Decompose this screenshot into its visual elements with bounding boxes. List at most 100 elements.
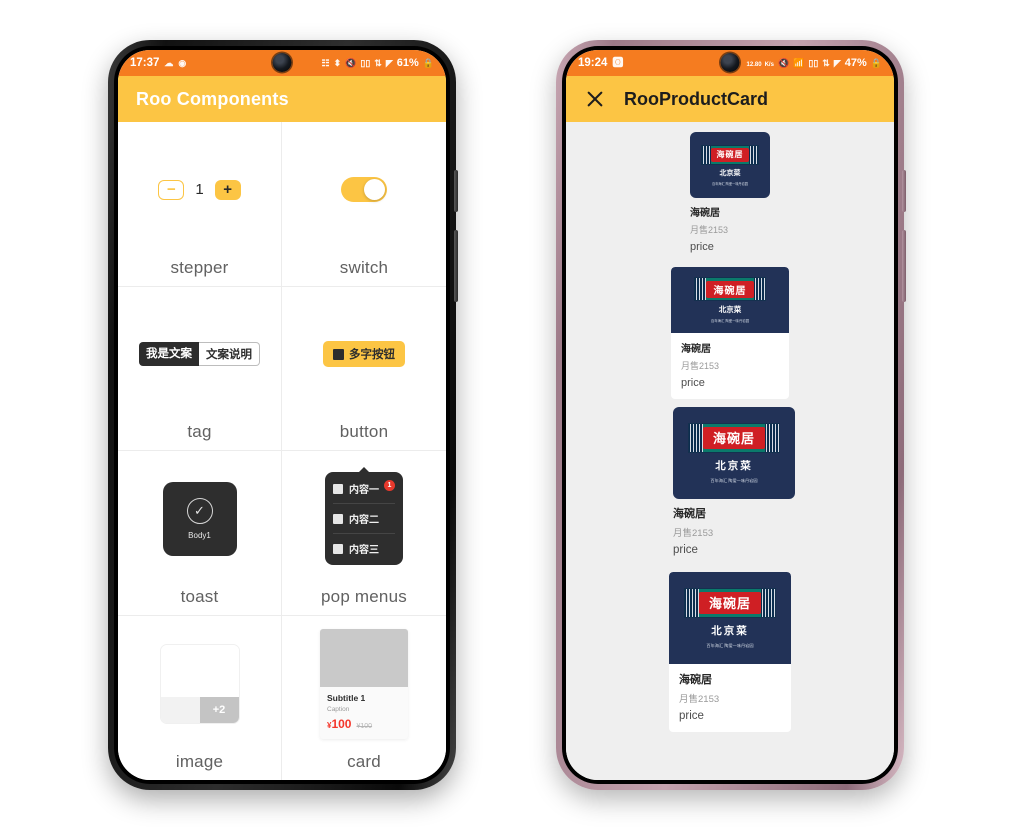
product-name: 海碗居 bbox=[681, 344, 711, 355]
app-bar-left: Roo Components bbox=[118, 76, 446, 122]
power-button[interactable] bbox=[902, 170, 906, 212]
plaque-side-icon bbox=[749, 145, 758, 164]
list-item[interactable]: 内容二 bbox=[333, 504, 395, 535]
brand-plaque-icon: 海碗居 bbox=[694, 277, 766, 301]
app-bar-right: RooProductCard bbox=[566, 76, 894, 122]
product-price: price bbox=[673, 544, 698, 556]
cell-card[interactable]: Subtitle 1 Caption ¥100 ¥100 card bbox=[282, 616, 446, 781]
product-thumbnail: 海碗居 北京菜 百年海汇 陶爱一味丹宕园 bbox=[669, 572, 791, 664]
toast-text: Body1 bbox=[188, 530, 211, 540]
product-info: 海碗居 月售2153 price bbox=[669, 664, 791, 732]
volume-button[interactable] bbox=[454, 230, 458, 302]
page-title: Roo Components bbox=[136, 88, 289, 109]
card-old-price: ¥100 bbox=[356, 722, 373, 730]
list-item[interactable]: 内容三 bbox=[333, 534, 395, 563]
pop-menu-demo: 内容一 1 内容二 内容三 bbox=[282, 451, 446, 587]
phone-right-screen: 19:24 🅾 12.80 K/s 🔇 📶 ▯▯ ⇅ ◤ 47% 🔒 RooPr… bbox=[566, 50, 894, 780]
plaque-side-icon bbox=[764, 423, 779, 452]
product-thumbnail: 海碗居 北京菜 百年海汇 陶爱一味丹宕园 bbox=[673, 407, 795, 499]
brand-logo-text: 海碗居 bbox=[711, 147, 749, 162]
battery-percent: 61% bbox=[396, 57, 419, 69]
status-time: 19:24 bbox=[578, 57, 608, 69]
button-demo: 多字按钮 bbox=[282, 287, 446, 423]
phone-right: 19:24 🅾 12.80 K/s 🔇 📶 ▯▯ ⇅ ◤ 47% 🔒 RooPr… bbox=[556, 40, 906, 790]
product-card[interactable]: 海碗居 北京菜 百年海汇 陶爱一味丹宕园 海碗居 月售2153 price bbox=[669, 572, 791, 732]
tagline-label: 百年海汇 陶爱一味丹宕园 bbox=[712, 181, 748, 186]
product-list[interactable]: 海碗居 北京菜 百年海汇 陶爱一味丹宕园 海碗居 月售2153 price 海碗… bbox=[566, 122, 894, 780]
toggle-switch[interactable] bbox=[341, 177, 387, 203]
status-bar-left: 17:37 ☁ ◉ ☷ ⬍ 🔇 ▯▯ ⇅ ◤ 61% 🔒 bbox=[118, 50, 446, 76]
cell-tag[interactable]: 我是文案 文案说明 tag bbox=[118, 286, 282, 451]
stepper-demo: − 1 + bbox=[118, 122, 281, 258]
square-icon bbox=[333, 348, 344, 360]
switch-knob bbox=[364, 179, 385, 201]
product-card[interactable]: 海碗居 北京菜 百年海汇 陶爱一味丹宕园 海碗居 月售2153 price bbox=[671, 267, 789, 399]
hd-icon: ▯▯ bbox=[808, 57, 819, 68]
image-grid[interactable]: +2 bbox=[159, 643, 240, 724]
product-thumbnail: 海碗居 北京菜 百年海汇 陶爱一味丹宕园 bbox=[671, 267, 789, 333]
data-icon: ⇅ bbox=[374, 57, 382, 68]
stepper-minus-button[interactable]: − bbox=[158, 179, 185, 200]
volume-button[interactable] bbox=[902, 230, 906, 302]
image-tile bbox=[160, 644, 239, 697]
cell-label-image: image bbox=[175, 752, 224, 771]
product-card[interactable]: 海碗居 北京菜 百年海汇 陶爱一味丹宕园 海碗居 月售2153 price bbox=[671, 132, 789, 261]
cell-stepper[interactable]: − 1 + stepper bbox=[118, 122, 282, 287]
cell-pop-menus[interactable]: 内容一 1 内容二 内容三 pop menus bbox=[282, 451, 446, 616]
roo-button[interactable]: 多字按钮 bbox=[323, 341, 405, 368]
stepper-plus-button[interactable]: + bbox=[214, 179, 241, 200]
product-sales: 月售2153 bbox=[679, 694, 720, 705]
menu-item-label: 内容三 bbox=[349, 545, 379, 557]
product-name: 海碗居 bbox=[679, 674, 712, 686]
square-icon bbox=[333, 483, 343, 494]
tag-secondary[interactable]: 文案说明 bbox=[199, 342, 260, 367]
close-icon[interactable] bbox=[584, 88, 606, 110]
cell-image[interactable]: +2 image bbox=[118, 615, 282, 780]
status-right-group: ☷ ⬍ 🔇 ▯▯ ⇅ ◤ 61% 🔒 bbox=[322, 57, 434, 69]
power-button[interactable] bbox=[454, 170, 458, 212]
roo-button-label: 多字按钮 bbox=[349, 349, 395, 362]
brand-plaque-icon: 海碗居 bbox=[688, 422, 780, 453]
product-info: 海碗居 月售2153 price bbox=[671, 333, 789, 399]
product-row: 海碗居 北京菜 百年海汇 陶爱一味丹宕园 海碗居 月售2153 price bbox=[566, 572, 894, 732]
hd-icon: ▯▯ bbox=[360, 57, 371, 68]
switch-demo bbox=[282, 122, 446, 258]
square-icon bbox=[333, 513, 343, 524]
signal-icon: ◤ bbox=[385, 57, 393, 68]
plaque-side-icon bbox=[702, 145, 711, 164]
quantity-stepper[interactable]: − 1 + bbox=[158, 179, 241, 200]
product-price: price bbox=[681, 377, 705, 389]
battery-lock-icon: 🔒 bbox=[422, 57, 434, 68]
tag-primary[interactable]: 我是文案 bbox=[139, 342, 199, 367]
cell-label-pop-menus: pop menus bbox=[321, 586, 407, 606]
card-price-row: ¥100 ¥100 bbox=[327, 717, 401, 731]
product-thumbnail: 海碗居 北京菜 百年海汇 陶爱一味丹宕园 bbox=[690, 132, 770, 198]
pop-arrow-icon bbox=[359, 467, 369, 473]
cell-label-button: button bbox=[339, 422, 389, 441]
list-item[interactable]: 内容一 1 bbox=[333, 474, 395, 505]
brand-logo-text: 海碗居 bbox=[703, 426, 765, 449]
tag-demo: 我是文案 文案说明 bbox=[118, 287, 281, 423]
product-card[interactable]: 海碗居 北京菜 百年海汇 陶爱一味丹宕园 海碗居 月售2153 price bbox=[655, 407, 805, 564]
product-price: price bbox=[679, 710, 704, 722]
page-title: RooProductCard bbox=[624, 88, 768, 109]
toast-demo: ✓ Body1 bbox=[118, 451, 281, 587]
product-card[interactable]: Subtitle 1 Caption ¥100 ¥100 bbox=[320, 628, 408, 739]
component-grid: − 1 + stepper switch 我是文案 文案说明 tag 多字按钮 … bbox=[118, 122, 446, 780]
status-left-group: 17:37 ☁ ◉ bbox=[130, 57, 186, 69]
network-share-icon: ☷ bbox=[321, 57, 330, 68]
plaque-side-icon bbox=[760, 588, 775, 617]
tagline-label: 百年海汇 陶爱一味丹宕园 bbox=[710, 477, 758, 483]
toast-popup: ✓ Body1 bbox=[162, 481, 237, 556]
plaque-side-icon bbox=[685, 588, 700, 617]
front-camera bbox=[720, 53, 740, 72]
menu-item-label: 内容二 bbox=[349, 515, 379, 527]
tagline-label: 百年海汇 陶爱一味丹宕园 bbox=[710, 319, 750, 323]
data-icon: ⇅ bbox=[822, 57, 830, 68]
cell-switch[interactable]: switch bbox=[282, 122, 446, 287]
signal-icon: ◤ bbox=[833, 57, 841, 68]
cell-toast[interactable]: ✓ Body1 toast bbox=[118, 451, 282, 616]
cell-button[interactable]: 多字按钮 button bbox=[282, 287, 446, 451]
brand-logo-text: 海碗居 bbox=[706, 280, 754, 298]
card-demo: Subtitle 1 Caption ¥100 ¥100 bbox=[282, 616, 446, 753]
